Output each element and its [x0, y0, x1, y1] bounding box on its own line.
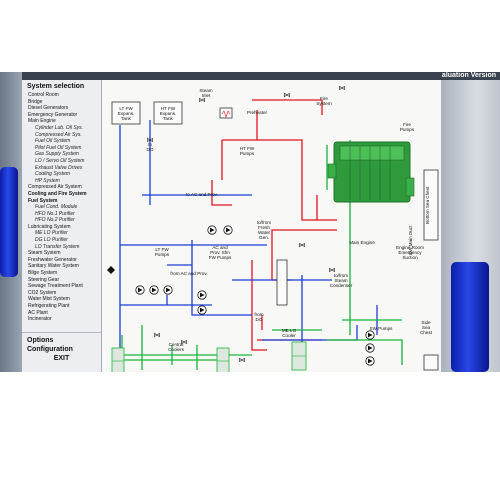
ht-fw-pump-2[interactable]	[223, 225, 233, 235]
sw-pump-1[interactable]	[365, 343, 375, 353]
me-lo-cooler[interactable]	[291, 341, 307, 371]
evaluation-version-text: aluation Version	[441, 72, 496, 79]
emergency-suction-label: Engine Room Emergency Suction	[396, 245, 424, 260]
sidebar-item[interactable]: Pilot Fuel Oil System	[22, 145, 101, 152]
sidebar-item[interactable]: Refrigerating Plant	[22, 303, 101, 310]
sidebar-divider	[22, 332, 101, 333]
side-sea-chest[interactable]	[423, 354, 439, 371]
sidebar-item[interactable]: Fuel System	[22, 198, 101, 205]
sidebar-bottom-menu: Options Configuration EXIT	[22, 336, 101, 363]
sidebar-item[interactable]: Cooling and Fire System	[22, 191, 101, 198]
to-ac-prov-label: to AC and Prov.	[186, 192, 218, 197]
sidebar-item[interactable]: Water Mist System	[22, 296, 101, 303]
sidebar-item[interactable]: Steering Gear	[22, 277, 101, 284]
sidebar-item[interactable]: HP System	[22, 178, 101, 185]
main-engine[interactable]	[327, 141, 415, 203]
valve[interactable]	[329, 268, 335, 272]
lt-fw-tank-label: LT FW Expans. Tank	[117, 106, 135, 121]
configuration-button[interactable]: Configuration	[22, 345, 101, 354]
sw-pump-3[interactable]	[365, 330, 375, 340]
valve[interactable]	[154, 333, 160, 337]
sidebar-item[interactable]: Incinerator	[22, 316, 101, 323]
sidebar-item[interactable]: Freshwater Generator	[22, 257, 101, 264]
fire-system-label: Fire System	[316, 96, 332, 106]
valve[interactable]	[339, 86, 345, 90]
side-sea-chest-label: Side Sea Chest	[419, 320, 432, 335]
to-do-label: to DO	[146, 142, 154, 152]
from-ac-prov-label: from AC and Prov.	[170, 271, 208, 276]
blue-tank-right	[451, 262, 489, 372]
sidebar-item[interactable]: AC Plant	[22, 310, 101, 317]
lt-fw-pump-1[interactable]	[135, 285, 145, 295]
ac-prov-pump-1[interactable]	[197, 290, 207, 300]
sidebar-item[interactable]: Fuel Oil System	[22, 138, 101, 145]
ac-prov-pumps-label: AC and Prov. Shn FW Pumps	[208, 245, 232, 260]
sidebar-item[interactable]: LO Transfer System	[22, 244, 101, 251]
ht-fw-pumps-label: HT FW Pumps	[239, 146, 255, 156]
preheater-label: Preheater	[246, 110, 268, 115]
fresh-water-gen-box	[276, 259, 288, 306]
sidebar-item[interactable]: Lubricating System	[22, 224, 101, 231]
lt-fw-pump-2[interactable]	[149, 285, 159, 295]
sidebar-item[interactable]: DG LO Purifier	[22, 237, 101, 244]
central-cooler-1[interactable]	[111, 347, 125, 372]
fire-pumps-label: Fire Pumps	[399, 122, 415, 132]
sidebar-item[interactable]: Gas Supply System	[22, 151, 101, 158]
sidebar-title: System selection	[27, 83, 85, 90]
sidebar-item[interactable]: Sanitary Water System	[22, 263, 101, 270]
sidebar-item[interactable]: Exhaust Valve Drives	[22, 165, 101, 172]
sidebar-item[interactable]: Diesel Generators	[22, 105, 101, 112]
options-button[interactable]: Options	[22, 336, 101, 345]
sidebar-item[interactable]: Compressed Air Sys.	[22, 132, 101, 139]
ht-fw-tank-label: HT FW Expans. Tank	[159, 106, 177, 121]
from-do-label: from DO	[254, 312, 264, 322]
sidebar-item[interactable]: Cooling System	[22, 171, 101, 178]
sidebar-item[interactable]: HFO No.2 Purifier	[22, 217, 101, 224]
sidebar-item[interactable]: Steam System	[22, 250, 101, 257]
central-coolers-label: Central Coolers	[168, 342, 184, 352]
system-list: Control Room Bridge Diesel Generators Emerg…	[22, 92, 101, 323]
sidebar-item[interactable]: CO2 System	[22, 290, 101, 297]
steam-inlet-label: Steam Inlet	[199, 88, 213, 98]
sidebar-item[interactable]: Sewage Treatment Plant	[22, 283, 101, 290]
sidebar-item[interactable]: Compressed Air System	[22, 184, 101, 191]
valve[interactable]	[199, 98, 205, 102]
lt-fw-pumps-label: LT FW Pumps	[154, 247, 170, 257]
ac-prov-pump-2[interactable]	[197, 305, 207, 315]
sidebar-item[interactable]: Main Engine	[22, 118, 101, 125]
sidebar-item[interactable]: ME LO Purifier	[22, 230, 101, 237]
sidebar-item[interactable]: LO / Servo Oil System	[22, 158, 101, 165]
me-lo-cooler-label: ME LO Cooler	[281, 328, 297, 338]
sw-pump-2[interactable]	[365, 356, 375, 366]
steam-condenser-label: to/from Steam Condenser	[329, 273, 353, 288]
bottom-sea-chest-label: Bottom Sea Chest	[425, 186, 430, 224]
exit-button[interactable]: EXIT	[22, 354, 101, 363]
sw-pumps-label: SW Pumps	[369, 326, 393, 331]
sidebar-item[interactable]: Fuel Cond. Module	[22, 204, 101, 211]
ht-fw-pump-1[interactable]	[207, 225, 217, 235]
valve[interactable]	[299, 243, 305, 247]
simulator-window: aluation Version System selection Contro…	[0, 72, 500, 372]
valve[interactable]	[284, 93, 290, 97]
sidebar-item[interactable]: Bridge	[22, 99, 101, 106]
system-selection-panel: System selection Control Room Bridge Diese…	[22, 80, 102, 372]
sidebar-item[interactable]: Cylinder Lub. Oil Sys.	[22, 125, 101, 132]
central-cooler-2[interactable]	[216, 347, 230, 372]
header-band: aluation Version	[22, 72, 500, 80]
sidebar-item[interactable]: HFO No.1 Purifier	[22, 211, 101, 218]
fresh-water-gen-label: to/from Fresh Water Gen.	[256, 220, 272, 240]
emergency-valve-icon	[107, 266, 115, 274]
blue-tank-left	[0, 167, 18, 277]
valve[interactable]	[239, 358, 245, 362]
cooling-fire-system-diagram: LT FW Expans. Tank HT FW Expans. Tank St…	[102, 80, 441, 372]
main-engine-label: Main Engine	[349, 240, 375, 245]
lt-fw-pump-3[interactable]	[163, 285, 173, 295]
sidebar-item[interactable]: Control Room	[22, 92, 101, 99]
sidebar-item[interactable]: Bilge System	[22, 270, 101, 277]
sw-main-duct-label: SW Main Duct	[408, 225, 413, 255]
sidebar-item[interactable]: Emergency Generator	[22, 112, 101, 119]
